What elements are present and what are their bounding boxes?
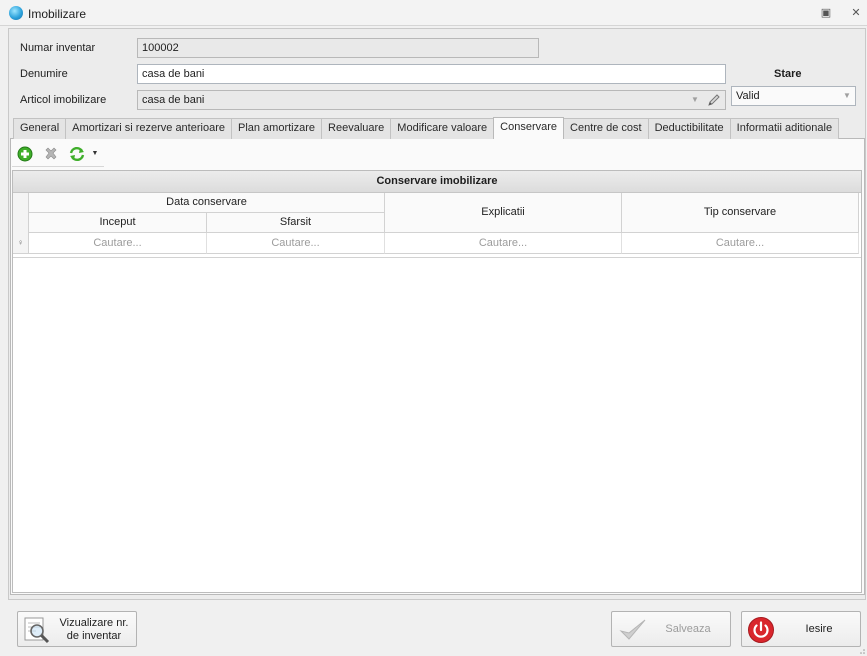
- inventory-number-label: Numar inventar: [20, 42, 96, 54]
- column-header-sfarsit[interactable]: Sfarsit: [207, 213, 385, 233]
- view-inventory-number-button[interactable]: Vizualizare nr. de inventar: [17, 611, 137, 647]
- article-dropdown-arrow-icon[interactable]: ▼: [688, 93, 702, 107]
- tab-strip: General Amortizari si rezerve anterioare…: [13, 117, 840, 139]
- close-icon[interactable]: ✕: [850, 7, 862, 19]
- filter-cell-explicatii[interactable]: Cautare...: [385, 233, 622, 254]
- magnifier-document-icon: [24, 617, 50, 644]
- tab-reevaluare[interactable]: Reevaluare: [321, 118, 392, 139]
- column-header-inceput[interactable]: Inceput: [29, 213, 207, 233]
- save-button[interactable]: Salveaza: [611, 611, 731, 647]
- article-label: Articol imobilizare: [20, 94, 107, 106]
- tab-centre-de-cost[interactable]: Centre de cost: [563, 118, 649, 139]
- pencil-edit-icon[interactable]: [704, 91, 724, 109]
- window-title: Imobilizare: [28, 7, 87, 21]
- article-combo[interactable]: casa de bani: [137, 90, 726, 110]
- power-icon: [748, 617, 774, 643]
- tab-conservare[interactable]: Conservare: [493, 117, 565, 139]
- article-value: casa de bani: [142, 94, 205, 106]
- tab-deductibilitate[interactable]: Deductibilitate: [647, 118, 731, 139]
- status-value: Valid: [736, 90, 760, 102]
- grid-toolbar: ▼: [12, 141, 104, 167]
- tab-plan-amortizare[interactable]: Plan amortizare: [230, 118, 323, 139]
- inventory-number-field[interactable]: 100002: [137, 38, 539, 58]
- delete-icon[interactable]: [42, 145, 60, 163]
- app-globe-icon: [9, 6, 23, 20]
- column-header-tip-conservare[interactable]: Tip conservare: [622, 193, 859, 233]
- dropdown-arrow-icon[interactable]: ▼: [90, 145, 100, 163]
- band-data-conservare: Data conservare: [29, 193, 385, 213]
- exit-button[interactable]: Iesire: [741, 611, 861, 647]
- status-combo[interactable]: Valid: [731, 86, 856, 106]
- filter-cell-sfarsit[interactable]: Cautare...: [207, 233, 385, 254]
- save-label: Salveaza: [665, 623, 711, 635]
- tab-modificare-valoare[interactable]: Modificare valoare: [390, 118, 495, 139]
- name-field[interactable]: casa de bani: [137, 64, 726, 84]
- view-inventory-label-line2: de inventar: [66, 630, 122, 642]
- tab-general[interactable]: General: [13, 118, 67, 139]
- conservare-grid: Conservare imobilizare Data conservare I…: [12, 170, 862, 593]
- filter-row-icon: ♀: [13, 233, 29, 254]
- grid-separator: [13, 257, 861, 258]
- grid-header-indicator: [13, 193, 29, 233]
- restore-icon[interactable]: ▣: [820, 7, 832, 19]
- view-inventory-label-line1: Vizualizare nr.: [59, 617, 129, 629]
- refresh-icon[interactable]: [68, 145, 86, 163]
- filter-cell-tip-conservare[interactable]: Cautare...: [622, 233, 859, 254]
- checkmark-icon: [619, 619, 646, 640]
- status-dropdown-arrow-icon[interactable]: ▼: [840, 89, 854, 103]
- tab-informatii-aditionale[interactable]: Informatii aditionale: [729, 118, 840, 139]
- tab-amortizari[interactable]: Amortizari si rezerve anterioare: [65, 118, 232, 139]
- column-header-explicatii[interactable]: Explicatii: [385, 193, 622, 233]
- grid-group-title: Conservare imobilizare: [13, 171, 861, 193]
- window-titlebar: Imobilizare ▣ ✕: [0, 0, 867, 26]
- resize-grip-icon[interactable]: [857, 646, 865, 654]
- filter-cell-inceput[interactable]: Cautare...: [29, 233, 207, 254]
- name-label: Denumire: [20, 68, 68, 80]
- exit-label: Iesire: [805, 623, 833, 635]
- status-title: Stare: [774, 68, 802, 80]
- add-icon[interactable]: [16, 145, 34, 163]
